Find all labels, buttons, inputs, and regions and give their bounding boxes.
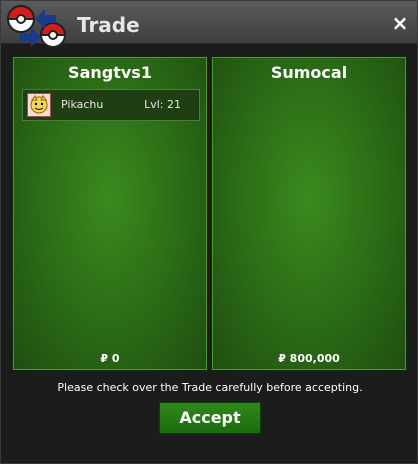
item-level: Lvl: 21 [144, 98, 181, 111]
accept-button[interactable]: Accept [159, 402, 261, 434]
close-icon[interactable]: × [391, 13, 409, 33]
trader-name-right: Sumocal [270, 63, 348, 82]
trade-panel-left: Sangtvs1 Pikachu Lvl: 21 ₽ 0 [12, 56, 208, 371]
pokeball-logo-icon [1, 1, 71, 53]
item-name: Pikachu [61, 98, 104, 111]
pikachu-icon [27, 93, 51, 117]
money-right: ₽ 800,000 [278, 352, 340, 365]
money-left: ₽ 0 [100, 352, 120, 365]
trader-name-left: Sangtvs1 [68, 63, 152, 82]
trade-notice: Please check over the Trade carefully be… [57, 381, 363, 394]
trade-item[interactable]: Pikachu Lvl: 21 [22, 89, 200, 121]
trade-window: Trade × Sangtvs1 Pikachu Lvl: 21 ₽ 0 Sum… [0, 0, 418, 464]
window-title: Trade [77, 13, 140, 37]
trade-panel-right: Sumocal ₽ 800,000 [211, 56, 407, 371]
window-titlebar[interactable]: Trade × [1, 1, 417, 48]
